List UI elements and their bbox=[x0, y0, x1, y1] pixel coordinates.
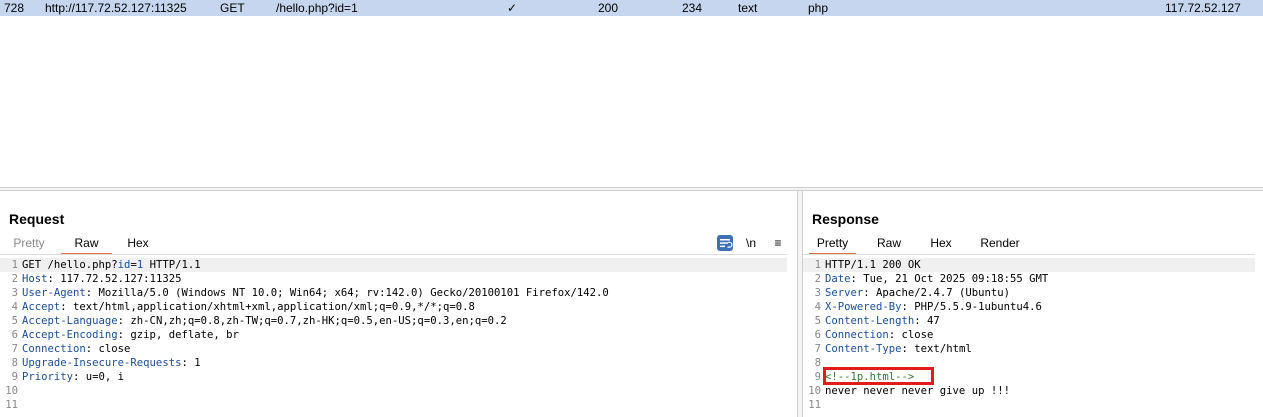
row-status: 200 bbox=[598, 1, 619, 15]
tab-render[interactable]: Render bbox=[975, 233, 1025, 253]
proxy-history-table: 728 http://117.72.52.127:11325 GET /hell… bbox=[0, 0, 1263, 186]
tab-hex[interactable]: Hex bbox=[923, 233, 959, 253]
table-row[interactable]: 728 http://117.72.52.127:11325 GET /hell… bbox=[0, 0, 1263, 16]
response-line-7: 7 Content-Type: text/html bbox=[814, 343, 972, 355]
menu-icon[interactable]: ≡ bbox=[770, 235, 786, 251]
tab-pretty[interactable]: Pretty bbox=[809, 233, 856, 255]
row-method: GET bbox=[220, 1, 245, 15]
request-line-1: 1 GET /hello.php?id=1 HTTP/1.1 bbox=[0, 258, 787, 272]
response-line-2: 2 Date: Tue, 21 Oct 2025 09:18:55 GMT bbox=[814, 273, 1049, 285]
request-line-6: 6 Accept-Encoding: gzip, deflate, br bbox=[11, 329, 239, 341]
response-line-10: 10 never never never give up !!! bbox=[808, 385, 1010, 397]
response-line-1: 1 HTTP/1.1 200 OK bbox=[803, 258, 1255, 272]
wrap-lines-icon[interactable] bbox=[717, 235, 733, 251]
row-length: 234 bbox=[682, 1, 703, 15]
row-number: 728 bbox=[4, 1, 25, 15]
row-ip: 117.72.52.127 bbox=[1165, 1, 1241, 15]
response-pane: Response Pretty Raw Hex Render 1 HTTP/1.1… bbox=[803, 191, 1263, 417]
tab-divider bbox=[0, 254, 787, 255]
html-comment: <!--1p.html--> bbox=[825, 371, 915, 383]
row-params-check-icon: ✓ bbox=[507, 1, 518, 15]
response-line-3: 3 Server: Apache/2.4.7 (Ubuntu) bbox=[814, 287, 1010, 299]
request-line-11: 11 bbox=[5, 399, 18, 411]
request-line-2: 2 Host: 117.72.52.127:11325 bbox=[11, 273, 182, 285]
tab-raw[interactable]: Raw bbox=[871, 233, 907, 253]
response-line-4: 4 X-Powered-By: PHP/5.5.9-1ubuntu4.6 bbox=[814, 301, 1042, 313]
request-line-3: 3 User-Agent: Mozilla/5.0 (Windows NT 10.… bbox=[11, 287, 609, 299]
row-mime: text bbox=[738, 1, 758, 15]
tab-divider bbox=[803, 254, 1255, 255]
response-line-9: 9 <!--1p.html--> bbox=[814, 371, 915, 383]
row-url: /hello.php?id=1 bbox=[276, 1, 358, 15]
row-host: http://117.72.52.127:11325 bbox=[45, 1, 187, 15]
request-line-7: 7 Connection: close bbox=[11, 343, 131, 355]
response-line-5: 5 Content-Length: 47 bbox=[814, 315, 940, 327]
request-pane: Request Pretty Raw Hex \n ≡ 1 GET /hello.… bbox=[0, 191, 797, 417]
response-title: Response bbox=[812, 211, 879, 227]
row-extension: php bbox=[808, 1, 829, 15]
response-line-6: 6 Connection: close bbox=[814, 329, 934, 341]
request-line-9: 9 Priority: u=0, i bbox=[11, 371, 125, 383]
request-line-5: 5 Accept-Language: zh-CN,zh;q=0.8,zh-TW;q… bbox=[11, 315, 507, 327]
response-editor[interactable]: 1 HTTP/1.1 200 OK 2 Date: Tue, 21 Oct 2025… bbox=[803, 258, 1255, 412]
request-line-8: 8 Upgrade-Insecure-Requests: 1 bbox=[11, 357, 201, 369]
tab-hex[interactable]: Hex bbox=[117, 233, 159, 253]
newline-toggle-button[interactable]: \n bbox=[743, 235, 759, 251]
tab-raw[interactable]: Raw bbox=[61, 233, 112, 255]
request-title: Request bbox=[9, 211, 65, 227]
request-line-10: 10 bbox=[5, 385, 18, 397]
request-line-4: 4 Accept: text/html,application/xhtml+xml… bbox=[11, 301, 475, 313]
request-editor[interactable]: 1 GET /hello.php?id=1 HTTP/1.1 2 Host: 117… bbox=[0, 258, 787, 412]
response-line-11: 11 bbox=[808, 399, 821, 411]
tab-pretty[interactable]: Pretty bbox=[4, 233, 54, 253]
response-line-8: 8 bbox=[814, 357, 821, 369]
